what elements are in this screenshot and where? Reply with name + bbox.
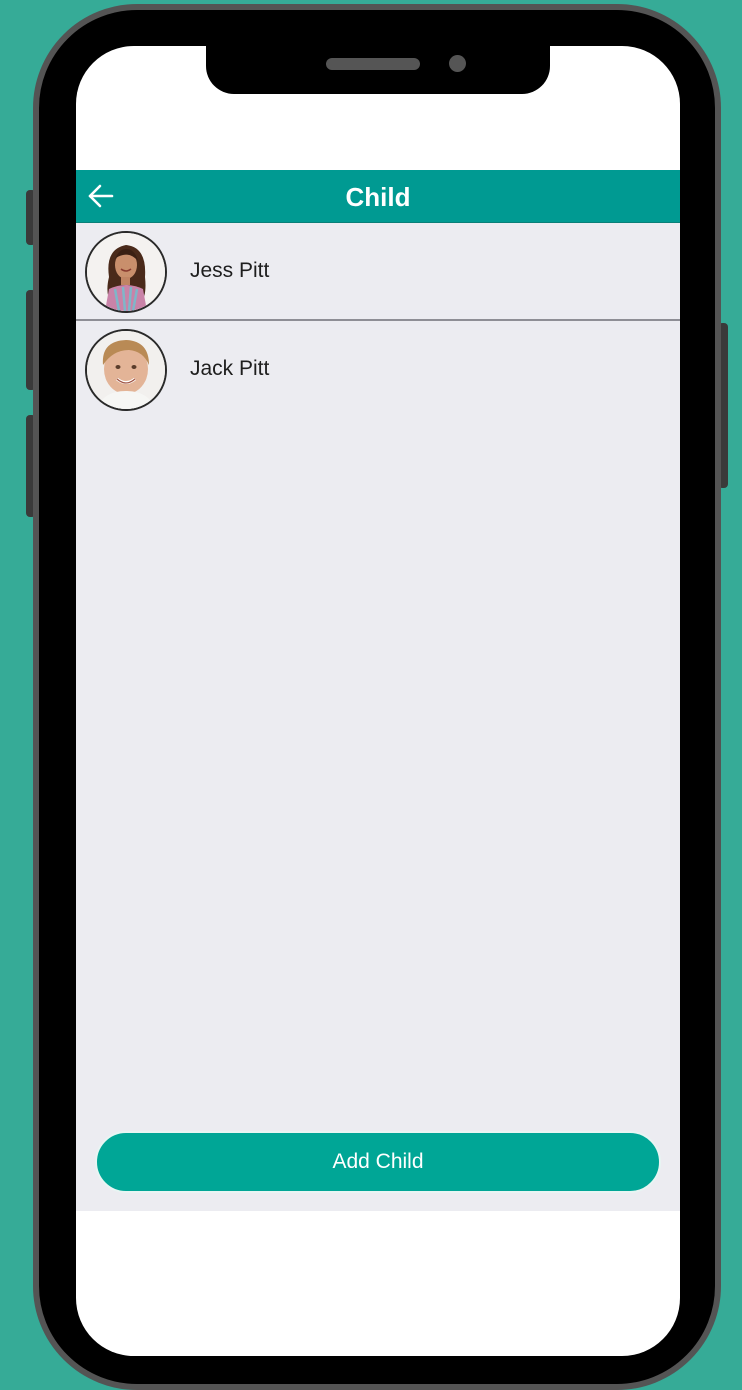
front-camera [449, 55, 466, 72]
child-name: Jack Pitt [190, 357, 270, 380]
phone-notch [206, 40, 550, 94]
avatar [85, 231, 167, 313]
children-list: Jess Pitt Jack Pitt [76, 223, 680, 417]
add-child-button[interactable]: Add Child [95, 1131, 661, 1193]
page-title: Child [345, 182, 411, 212]
app-stage: Child Jess Pitt Jack Pitt Add Child [0, 0, 742, 1390]
child-screen: Child Jess Pitt Jack Pitt Add Child [76, 170, 680, 1211]
phone-screen: Child Jess Pitt Jack Pitt Add Child [76, 46, 680, 1356]
child-name: Jess Pitt [190, 259, 270, 282]
child-row-jack[interactable]: Jack Pitt [76, 321, 680, 417]
girl-avatar-icon [87, 233, 165, 311]
avatar [85, 329, 167, 411]
header-bar: Child [76, 170, 680, 223]
boy-avatar-icon [87, 331, 165, 409]
speaker-grille [326, 58, 420, 70]
child-row-jess[interactable]: Jess Pitt [76, 223, 680, 321]
